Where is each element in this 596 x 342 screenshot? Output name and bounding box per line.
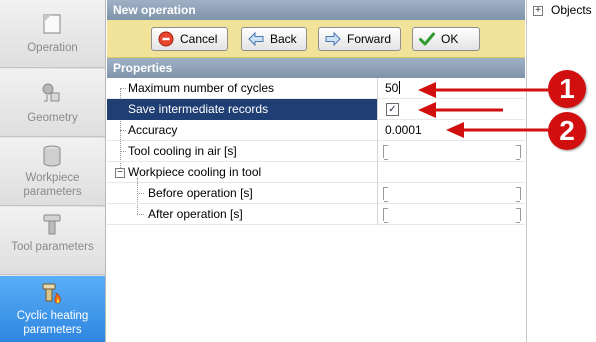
ok-button[interactable]: OK [412, 27, 480, 51]
expand-objects-icon[interactable]: + [533, 6, 543, 16]
property-grid: Maximum number of cycles 50 Save interme… [107, 78, 525, 225]
cancel-button[interactable]: Cancel [151, 27, 228, 51]
property-name: Accuracy [107, 120, 378, 141]
ok-label: OK [441, 32, 459, 46]
property-name: Workpiece cooling in tool [107, 162, 378, 183]
geometry-icon [42, 83, 60, 102]
property-name: Before operation [s] [107, 183, 378, 204]
sidebar-item-workpiece-parameters[interactable]: Workpiece parameters [0, 138, 105, 206]
save-intermediate-checkbox[interactable]: ✓ [386, 103, 399, 116]
sidebar-item-operation[interactable]: Operation [0, 0, 105, 68]
forward-label: Forward [347, 32, 392, 46]
tool-icon [43, 214, 61, 235]
accuracy-input[interactable]: 0.0001 [379, 120, 525, 141]
property-row-tool-cooling[interactable]: Tool cooling in air [s] [107, 141, 525, 162]
sidebar-item-tool-parameters[interactable]: Tool parameters [0, 207, 105, 275]
annotation-badge-1: 1 [548, 70, 586, 108]
property-row-workpiece-cooling[interactable]: Workpiece cooling in tool − [107, 162, 525, 183]
property-row-before-operation[interactable]: Before operation [s] [107, 183, 525, 204]
collapse-toggle-icon[interactable]: − [115, 168, 125, 178]
back-label: Back [270, 32, 297, 46]
sidebar-item-label: Operation [27, 42, 78, 54]
sidebar-item-label: Cyclic heating parameters [16, 310, 89, 336]
sidebar-item-cyclic-heating-parameters[interactable]: Cyclic heating parameters [0, 276, 105, 342]
sidebar-item-label: Workpiece parameters [23, 172, 82, 198]
after-operation-input[interactable] [383, 208, 521, 223]
sidebar: Operation Geometry Workpiece parameters … [0, 0, 106, 342]
property-row-max-cycles[interactable]: Maximum number of cycles 50 [107, 78, 525, 99]
property-name: After operation [s] [107, 204, 378, 225]
tool-cooling-input[interactable] [383, 145, 521, 160]
sidebar-item-label: Tool parameters [11, 241, 94, 253]
max-cycles-input[interactable]: 50 [379, 78, 525, 99]
objects-label[interactable]: Objects [551, 3, 592, 17]
properties-header: Properties [107, 58, 525, 78]
property-name: Tool cooling in air [s] [107, 141, 378, 162]
before-operation-input[interactable] [383, 187, 521, 202]
sidebar-item-geometry[interactable]: Geometry [0, 69, 105, 137]
cancel-icon [158, 31, 174, 47]
cyclic-heating-icon [42, 283, 61, 304]
workpiece-icon [43, 145, 61, 167]
annotation-badge-2: 2 [548, 112, 586, 150]
forward-arrow-icon [325, 31, 341, 47]
sidebar-item-label: Geometry [27, 112, 78, 124]
property-row-after-operation[interactable]: After operation [s] [107, 204, 525, 225]
max-cycles-value: 50 [385, 81, 399, 95]
property-row-accuracy[interactable]: Accuracy 0.0001 [107, 120, 525, 141]
back-arrow-icon [248, 31, 264, 47]
text-caret [399, 81, 401, 94]
property-row-save-intermediate[interactable]: Save intermediate records ✓ [107, 99, 525, 120]
checkmark-icon [419, 32, 435, 46]
operation-icon [43, 14, 61, 34]
main-panel: New operation Cancel Back Forward OK Pro… [107, 0, 525, 342]
window-title: New operation [107, 0, 525, 20]
property-name: Save intermediate records [107, 99, 378, 120]
objects-panel: + Objects [526, 0, 596, 342]
property-name: Maximum number of cycles [107, 78, 378, 99]
toolbar: Cancel Back Forward OK [107, 20, 525, 58]
forward-button[interactable]: Forward [318, 27, 401, 51]
back-button[interactable]: Back [241, 27, 307, 51]
cancel-label: Cancel [180, 32, 218, 46]
